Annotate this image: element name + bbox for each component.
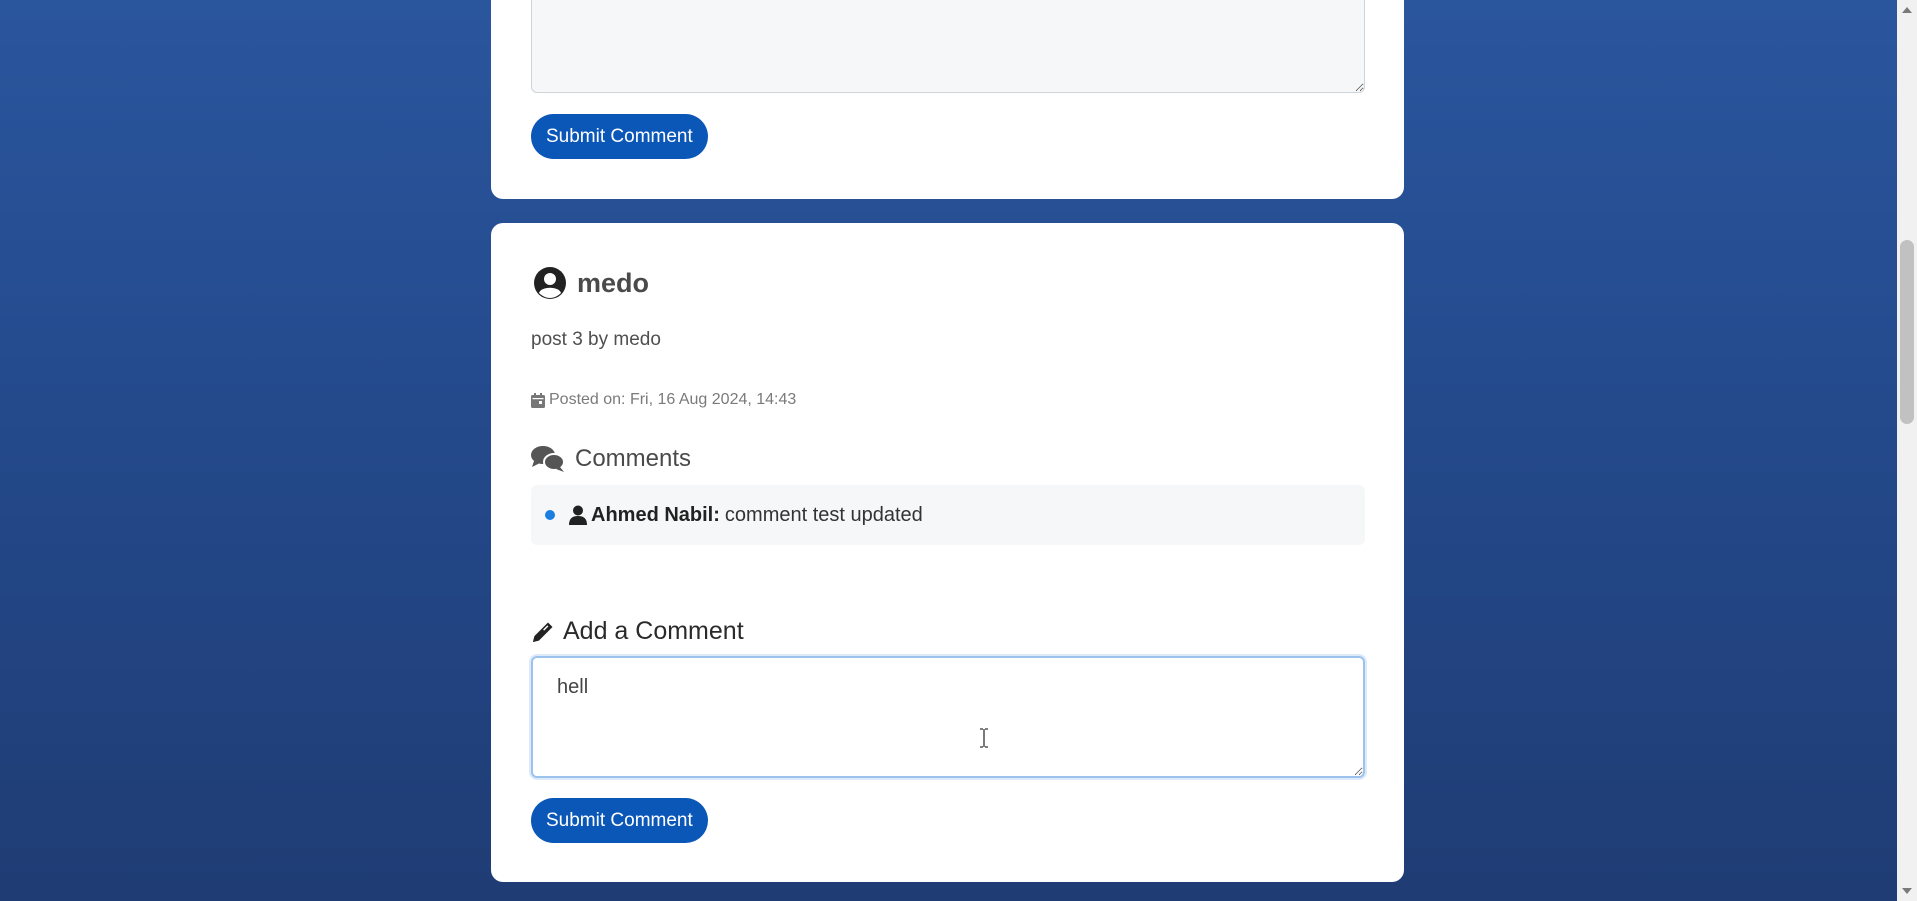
post-body: post 3 by medo: [531, 329, 661, 350]
page-scrollbar[interactable]: [1897, 0, 1917, 901]
user-circle-icon: [534, 267, 566, 299]
post-author-name: medo: [577, 267, 650, 298]
post-date: Posted on: Fri, 16 Aug 2024, 14:43: [531, 391, 796, 409]
post-date-text: Posted on: Fri, 16 Aug 2024, 14:43: [549, 391, 797, 408]
user-icon: [569, 505, 587, 525]
comment-text: comment test updated: [724, 503, 923, 526]
comment-list: Ahmed Nabil: comment test updated: [531, 485, 1365, 545]
comments-heading: Comments: [531, 445, 691, 473]
submit-comment-button[interactable]: Submit Comment: [531, 798, 708, 843]
scroll-down-arrow-icon[interactable]: [1902, 888, 1912, 894]
comments-title: Comments: [575, 445, 692, 472]
previous-submit-comment-button[interactable]: Submit Comment: [531, 114, 708, 159]
post-card: medo post 3 by medo Posted on: Fri, 16 A…: [491, 223, 1404, 882]
comment-author: Ahmed Nabil:: [591, 503, 720, 526]
comment-textarea[interactable]: hell: [531, 656, 1365, 778]
add-comment-title: Add a Comment: [563, 617, 744, 645]
previous-comment-textarea[interactable]: [531, 0, 1365, 93]
comment-item: Ahmed Nabil: comment test updated: [531, 485, 1365, 545]
comments-icon: [531, 446, 565, 472]
post-author-row: medo: [533, 263, 649, 303]
calendar-icon: [531, 392, 545, 408]
pencil-icon: [533, 622, 553, 642]
scroll-up-arrow-icon[interactable]: [1902, 7, 1912, 13]
add-comment-heading: Add a Comment: [531, 617, 744, 646]
bullet-icon: [545, 510, 555, 520]
scrollbar-thumb[interactable]: [1900, 240, 1914, 424]
previous-post-card: Submit Comment: [491, 0, 1404, 199]
